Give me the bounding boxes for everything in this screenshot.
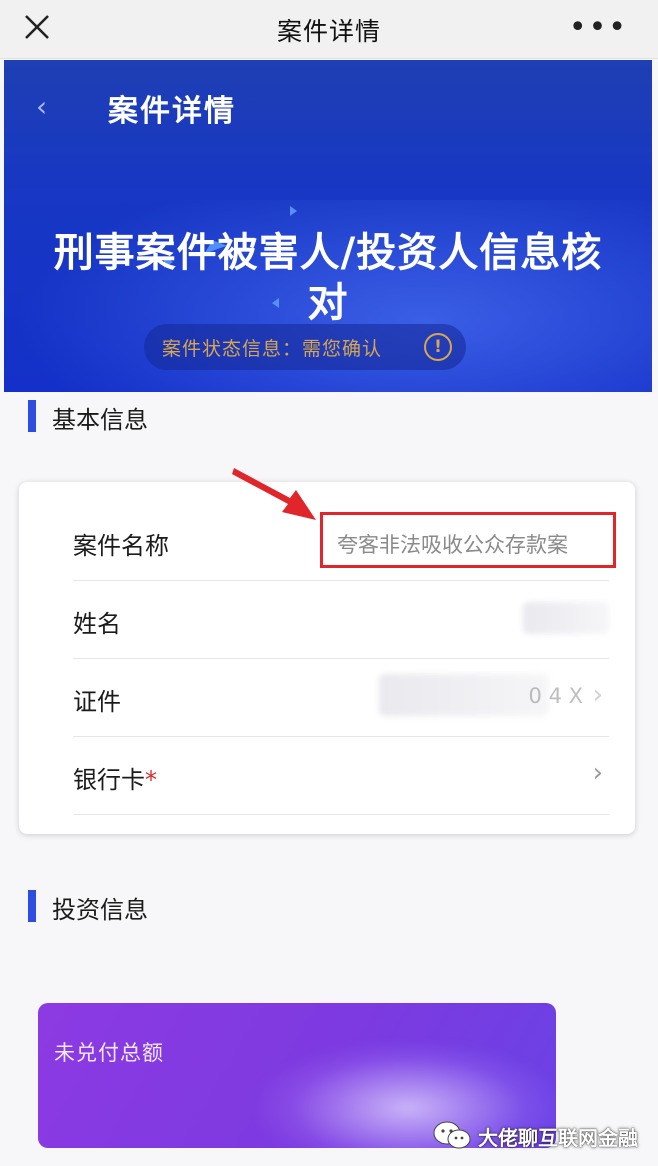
back-arrow-icon[interactable]: ‹ — [36, 90, 47, 123]
section-title: 投资信息 — [52, 896, 148, 924]
row-label: 案件名称 — [73, 532, 169, 560]
case-status-text: 案件状态信息：需您确认 — [162, 338, 383, 360]
required-marker: * — [145, 766, 157, 794]
banner-main-title: 刑事案件被害人/投资人信息核对 — [53, 230, 603, 326]
row-label: 银行卡* — [73, 760, 157, 795]
chevron-right-icon: › — [592, 680, 603, 710]
highlight-box: 夸客非法吸收公众存款案 — [320, 512, 616, 568]
unpaid-total-label: 未兑付总额 — [54, 1041, 164, 1065]
info-icon[interactable]: ! — [424, 333, 452, 361]
case-status-pill[interactable]: 案件状态信息：需您确认 ! — [144, 324, 466, 370]
bank-card-label: 银行卡 — [73, 766, 145, 794]
section-title: 基本信息 — [52, 406, 148, 434]
chevron-right-icon: › — [592, 758, 603, 788]
blurred-value — [523, 602, 609, 634]
watermark-text: 大佬聊互联网金融 — [478, 1126, 638, 1150]
case-name-value: 夸客非法吸收公众存款案 — [337, 533, 568, 557]
row-name: 姓名 — [73, 580, 609, 659]
row-label: 证件 — [73, 688, 121, 716]
banner-header-title: 案件详情 — [108, 94, 236, 129]
row-label: 姓名 — [73, 610, 121, 638]
section-accent-bar — [28, 400, 36, 432]
hero-banner: ‹ 案件详情 刑事案件被害人/投资人信息核对 案件状态信息：需您确认 ! — [4, 60, 652, 392]
wechat-icon — [433, 1121, 471, 1149]
section-accent-bar — [28, 890, 36, 922]
page-title: 案件详情 — [276, 17, 381, 46]
annotation-arrow-icon — [232, 468, 316, 520]
decorative-triangle — [290, 206, 297, 216]
blurred-value — [379, 674, 549, 716]
row-id-document[interactable]: 证件 0 4 X › — [73, 658, 609, 737]
more-options-icon[interactable]: ••• — [569, 10, 628, 45]
row-bank-card[interactable]: 银行卡* › — [73, 736, 609, 815]
top-navigation-bar: 案件详情 ••• — [0, 0, 658, 59]
row-value: 0 4 X — [528, 684, 583, 708]
